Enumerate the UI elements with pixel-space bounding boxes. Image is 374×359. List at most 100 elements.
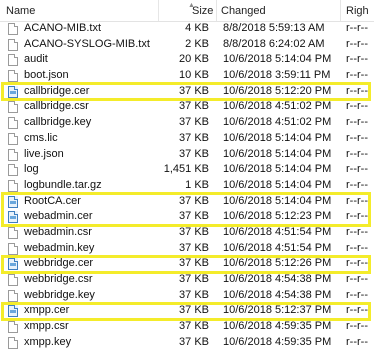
- file-rights: r--r--: [346, 257, 368, 270]
- column-header-name[interactable]: Name: [6, 0, 35, 21]
- file-name: ACANO-SYSLOG-MIB.txt: [24, 37, 150, 50]
- file-name: callbridge.csr: [24, 100, 89, 113]
- file-icon: [8, 336, 18, 349]
- file-name: webbridge.csr: [24, 273, 93, 285]
- file-changed: 10/6/2018 4:51:54 PM: [223, 225, 332, 238]
- file-row[interactable]: ACANO-SYSLOG-MIB.txt 2 KB 8/8/2018 6:24:02…: [0, 37, 374, 53]
- column-divider[interactable]: [158, 0, 159, 21]
- file-rights: r--r--: [346, 116, 368, 129]
- file-changed: 10/6/2018 5:14:04 PM: [223, 147, 332, 160]
- file-row[interactable]: audit 20 KB 10/6/2018 5:14:04 PM r--r--: [0, 52, 374, 68]
- file-name: webadmin.cer: [24, 210, 93, 223]
- file-size: 37 KB: [179, 335, 209, 348]
- file-changed: 10/6/2018 5:14:04 PM: [223, 194, 332, 207]
- column-header-size[interactable]: Size: [192, 0, 213, 21]
- file-size: 37 KB: [179, 116, 209, 129]
- file-rights: r--r--: [346, 335, 368, 348]
- file-icon: [8, 117, 18, 130]
- file-row[interactable]: webbridge.cer 37 KB 10/6/2018 5:12:26 PM r-…: [0, 256, 374, 272]
- file-row[interactable]: logbundle.tar.gz 1 KB 10/6/2018 5:14:04 PM…: [0, 178, 374, 194]
- file-size: 37 KB: [179, 304, 209, 317]
- file-row[interactable]: callbridge.cer 37 KB 10/6/2018 5:12:20 PM r…: [0, 84, 374, 100]
- file-row[interactable]: xmpp.csr 37 KB 10/6/2018 4:59:35 PM r--r--: [0, 319, 374, 335]
- file-changed: 10/6/2018 4:54:38 PM: [223, 273, 332, 285]
- certificate-icon: [8, 305, 18, 318]
- file-icon: [8, 242, 18, 255]
- file-rights: r--r--: [346, 37, 368, 50]
- text-file-icon: [8, 38, 18, 51]
- file-size: 4 KB: [185, 22, 209, 34]
- file-changed: 10/6/2018 5:14:04 PM: [223, 163, 332, 176]
- file-name: xmpp.cer: [24, 304, 70, 317]
- file-changed: 10/6/2018 4:59:35 PM: [223, 320, 332, 333]
- file-list: ACANO-MIB.txt 4 KB 8/8/2018 5:59:13 AM r--r…: [0, 21, 374, 350]
- file-rights: r--r--: [346, 53, 368, 66]
- file-size: 10 KB: [179, 69, 209, 82]
- file-row[interactable]: webadmin.cer 37 KB 10/6/2018 5:12:23 PM r--…: [0, 209, 374, 225]
- file-name: live.json: [24, 147, 64, 160]
- text-file-icon: [8, 23, 18, 35]
- file-row[interactable]: callbridge.csr 37 KB 10/6/2018 4:51:02 PM r…: [0, 99, 374, 115]
- file-name: webadmin.csr: [24, 225, 92, 238]
- file-list-header: Name ▲ Size Changed Righ: [0, 0, 374, 22]
- file-size: 37 KB: [179, 131, 209, 144]
- file-size: 37 KB: [179, 257, 209, 270]
- file-name: ACANO-MIB.txt: [24, 22, 102, 34]
- column-divider[interactable]: [216, 0, 217, 21]
- file-changed: 10/6/2018 4:51:02 PM: [223, 116, 332, 129]
- file-rights: r--r--: [346, 241, 368, 254]
- file-size: 37 KB: [179, 210, 209, 223]
- file-name: logbundle.tar.gz: [24, 178, 102, 191]
- file-icon: [8, 101, 18, 114]
- file-size: 20 KB: [179, 53, 209, 66]
- file-row[interactable]: webbridge.csr 37 KB 10/6/2018 4:54:38 PM r-…: [0, 272, 374, 288]
- file-name: xmpp.csr: [24, 320, 69, 333]
- file-rights: r--r--: [346, 69, 368, 82]
- file-size: 37 KB: [179, 84, 209, 97]
- file-changed: 10/6/2018 4:54:38 PM: [223, 288, 332, 301]
- file-row[interactable]: callbridge.key 37 KB 10/6/2018 4:51:02 PM r…: [0, 115, 374, 131]
- file-row[interactable]: webbridge.key 37 KB 10/6/2018 4:54:38 PM r-…: [0, 288, 374, 304]
- file-name: xmpp.key: [24, 335, 72, 348]
- file-rights: r--r--: [346, 178, 368, 191]
- file-changed: 8/8/2018 6:24:02 AM: [223, 37, 325, 50]
- file-row[interactable]: log 1,451 KB 10/6/2018 5:14:04 PM r--r--: [0, 162, 374, 178]
- file-rights: r--r--: [346, 194, 368, 207]
- file-icon: [8, 274, 18, 286]
- file-changed: 10/6/2018 4:59:35 PM: [223, 335, 332, 348]
- certificate-icon: [8, 258, 18, 271]
- file-name: callbridge.key: [24, 116, 92, 129]
- file-size: 2 KB: [185, 37, 209, 50]
- file-rights: r--r--: [346, 163, 368, 176]
- file-size: 37 KB: [179, 147, 209, 160]
- file-row[interactable]: RootCA.cer 37 KB 10/6/2018 5:14:04 PM r--r-…: [0, 194, 374, 210]
- file-rights: r--r--: [346, 273, 368, 285]
- column-header-rights[interactable]: Righ: [346, 0, 369, 21]
- file-changed: 10/6/2018 4:51:54 PM: [223, 241, 332, 254]
- column-divider[interactable]: [340, 0, 341, 21]
- file-row[interactable]: webadmin.csr 37 KB 10/6/2018 4:51:54 PM r--…: [0, 225, 374, 241]
- file-rights: r--r--: [346, 320, 368, 333]
- file-name: audit: [24, 53, 48, 66]
- file-changed: 8/8/2018 5:59:13 AM: [223, 22, 325, 34]
- certificate-icon: [8, 85, 18, 98]
- file-row[interactable]: live.json 37 KB 10/6/2018 5:14:04 PM r--r--: [0, 147, 374, 163]
- file-rights: r--r--: [346, 147, 368, 160]
- file-name: log: [24, 163, 39, 176]
- file-changed: 10/6/2018 4:51:02 PM: [223, 100, 332, 113]
- file-size: 37 KB: [179, 194, 209, 207]
- file-name: callbridge.cer: [24, 84, 90, 97]
- file-row[interactable]: boot.json 10 KB 10/6/2018 3:59:11 PM r--r--: [0, 68, 374, 84]
- file-icon: [8, 132, 18, 145]
- file-changed: 10/6/2018 5:14:04 PM: [223, 53, 332, 66]
- file-changed: 10/6/2018 5:14:04 PM: [223, 131, 332, 144]
- file-row[interactable]: xmpp.key 37 KB 10/6/2018 4:59:35 PM r--r--: [0, 335, 374, 351]
- file-row[interactable]: cms.lic 37 KB 10/6/2018 5:14:04 PM r--r--: [0, 131, 374, 147]
- file-row[interactable]: webadmin.key 37 KB 10/6/2018 4:51:54 PM r--…: [0, 241, 374, 257]
- file-row[interactable]: xmpp.cer 37 KB 10/6/2018 5:12:37 PM r--r--: [0, 303, 374, 319]
- column-header-changed[interactable]: Changed: [221, 0, 266, 21]
- file-name: cms.lic: [24, 131, 58, 144]
- file-size: 37 KB: [179, 288, 209, 301]
- file-row[interactable]: ACANO-MIB.txt 4 KB 8/8/2018 5:59:13 AM r--r…: [0, 21, 374, 37]
- file-size: 37 KB: [179, 320, 209, 333]
